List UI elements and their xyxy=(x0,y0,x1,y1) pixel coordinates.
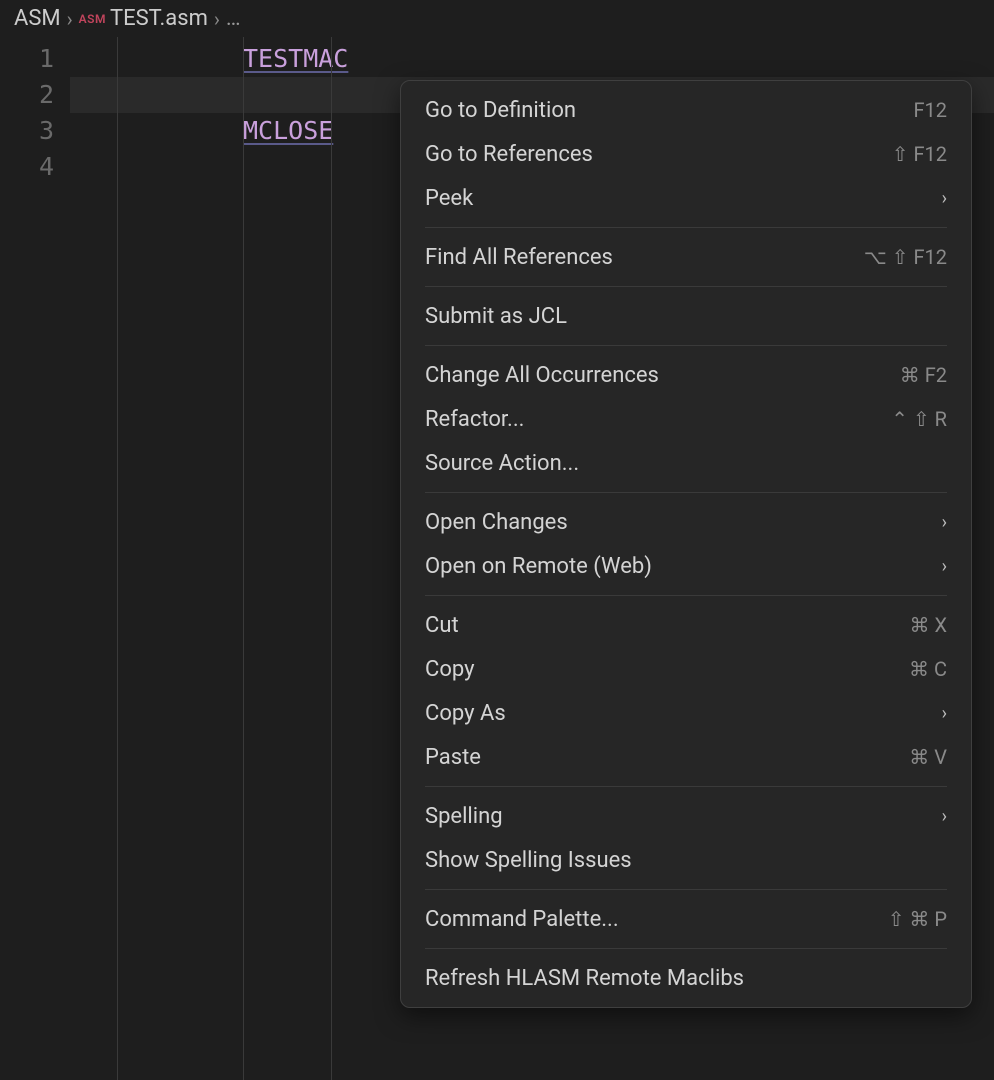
chevron-right-icon: › xyxy=(942,703,947,724)
menu-item-label: Refresh HLASM Remote Maclibs xyxy=(425,966,744,991)
breadcrumb: ASM › ASM TEST.asm › … xyxy=(0,0,994,37)
menu-item-find-all-references[interactable]: Find All References ⌥ ⇧ F12 xyxy=(401,235,971,279)
menu-item-shortcut: ⌘ C xyxy=(909,657,947,681)
menu-item-shortcut: ⇧ ⌘ P xyxy=(888,907,947,931)
menu-separator xyxy=(425,786,947,787)
menu-item-refactor[interactable]: Refactor... ⌃ ⇧ R xyxy=(401,397,971,441)
chevron-right-icon: › xyxy=(214,7,220,31)
menu-item-go-to-definition[interactable]: Go to Definition F12 xyxy=(401,88,971,132)
breadcrumb-filename[interactable]: TEST.asm xyxy=(110,6,208,31)
line-number: 3 xyxy=(0,113,70,149)
language-badge: ASM xyxy=(79,12,106,26)
menu-separator xyxy=(425,345,947,346)
menu-item-label: Peek xyxy=(425,186,473,211)
menu-item-label: Command Palette... xyxy=(425,907,619,932)
menu-item-open-changes[interactable]: Open Changes › xyxy=(401,500,971,544)
menu-item-label: Open Changes xyxy=(425,510,568,535)
menu-item-refresh-hlasm-remote-maclibs[interactable]: Refresh HLASM Remote Maclibs xyxy=(401,956,971,1000)
menu-item-shortcut: ⌥ ⇧ F12 xyxy=(864,245,947,269)
breadcrumb-root[interactable]: ASM xyxy=(14,6,61,31)
menu-item-copy-as[interactable]: Copy As › xyxy=(401,691,971,735)
chevron-right-icon: › xyxy=(942,188,947,209)
menu-item-shortcut: ⌘ V xyxy=(909,745,947,769)
menu-item-submit-as-jcl[interactable]: Submit as JCL xyxy=(401,294,971,338)
menu-item-go-to-references[interactable]: Go to References ⇧ F12 xyxy=(401,132,971,176)
menu-item-label: Copy xyxy=(425,657,475,682)
menu-item-label: Refactor... xyxy=(425,407,524,432)
menu-item-cut[interactable]: Cut ⌘ X xyxy=(401,603,971,647)
line-number-gutter: 1 2 3 4 xyxy=(0,37,70,1080)
chevron-right-icon: › xyxy=(942,806,947,827)
breadcrumb-more[interactable]: … xyxy=(226,6,243,31)
menu-item-label: Source Action... xyxy=(425,451,579,476)
menu-item-spelling[interactable]: Spelling › xyxy=(401,794,971,838)
menu-item-show-spelling-issues[interactable]: Show Spelling Issues xyxy=(401,838,971,882)
line-number: 1 xyxy=(0,41,70,77)
menu-separator xyxy=(425,492,947,493)
menu-item-command-palette[interactable]: Command Palette... ⇧ ⌘ P xyxy=(401,897,971,941)
menu-item-label: Cut xyxy=(425,613,459,638)
menu-item-label: Go to Definition xyxy=(425,98,576,123)
menu-separator xyxy=(425,286,947,287)
menu-item-label: Change All Occurrences xyxy=(425,363,659,388)
menu-item-label: Go to References xyxy=(425,142,593,167)
menu-separator xyxy=(425,227,947,228)
menu-item-change-all-occurrences[interactable]: Change All Occurrences ⌘ F2 xyxy=(401,353,971,397)
indent-guide xyxy=(331,37,332,1080)
menu-item-label: Copy As xyxy=(425,701,506,726)
chevron-right-icon: › xyxy=(67,7,73,31)
menu-item-peek[interactable]: Peek › xyxy=(401,176,971,220)
macro-token[interactable]: TESTMAC xyxy=(243,44,348,73)
menu-item-label: Paste xyxy=(425,745,481,770)
menu-item-paste[interactable]: Paste ⌘ V xyxy=(401,735,971,779)
menu-item-shortcut: ⌃ ⇧ R xyxy=(891,407,947,431)
menu-item-source-action[interactable]: Source Action... xyxy=(401,441,971,485)
menu-separator xyxy=(425,889,947,890)
chevron-right-icon: › xyxy=(942,512,947,533)
code-line[interactable]: TESTMAC xyxy=(70,41,994,77)
menu-item-shortcut: ⌘ F2 xyxy=(900,363,947,387)
menu-item-label: Submit as JCL xyxy=(425,304,567,329)
menu-item-copy[interactable]: Copy ⌘ C xyxy=(401,647,971,691)
menu-item-shortcut: ⇧ F12 xyxy=(892,142,947,166)
indent-guide xyxy=(117,37,118,1080)
indent-guide xyxy=(243,37,244,1080)
chevron-right-icon: › xyxy=(942,556,947,577)
menu-separator xyxy=(425,595,947,596)
menu-item-label: Spelling xyxy=(425,804,503,829)
menu-item-label: Open on Remote (Web) xyxy=(425,554,652,579)
menu-item-shortcut: ⌘ X xyxy=(910,613,948,637)
menu-item-open-on-remote-web[interactable]: Open on Remote (Web) › xyxy=(401,544,971,588)
line-number: 2 xyxy=(0,77,70,113)
menu-item-shortcut: F12 xyxy=(913,98,947,122)
line-number: 4 xyxy=(0,149,70,185)
menu-item-label: Show Spelling Issues xyxy=(425,848,632,873)
menu-item-label: Find All References xyxy=(425,245,613,270)
context-menu[interactable]: Go to Definition F12 Go to References ⇧ F12… xyxy=(400,80,972,1008)
macro-token[interactable]: MCLOSE xyxy=(243,116,333,145)
menu-separator xyxy=(425,948,947,949)
